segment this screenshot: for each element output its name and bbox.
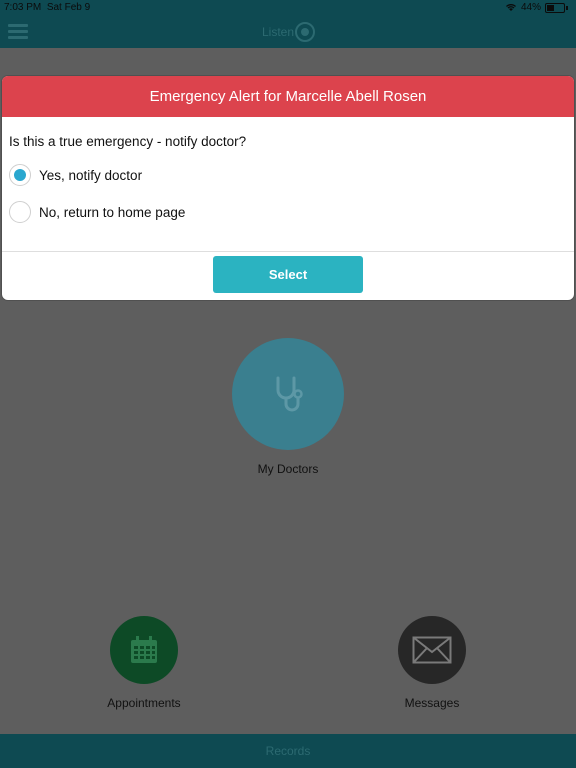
option-label: Yes, notify doctor: [39, 167, 143, 183]
radio-selected-dot: [14, 169, 26, 181]
option-label: No, return to home page: [39, 204, 186, 220]
dialog-divider: [2, 251, 574, 252]
my-doctors-button[interactable]: [232, 338, 344, 450]
my-doctors-label: My Doctors: [257, 462, 319, 476]
battery-tip: [566, 5, 568, 10]
status-time-text: 7:03 PM: [4, 2, 42, 13]
battery-icon: [545, 2, 565, 13]
wifi-icon: [506, 4, 516, 11]
option-no-return[interactable]: No, return to home page: [9, 201, 185, 223]
logo-text: Listen: [262, 25, 295, 39]
app-logo: Listen: [262, 22, 316, 42]
appointments-label: Appointments: [107, 696, 181, 710]
calendar-icon: [131, 636, 157, 663]
status-right: 44%: [505, 2, 568, 13]
logo-mark: [295, 22, 316, 42]
records-label: Records: [265, 744, 311, 758]
emergency-alert-dialog: Emergency Alert for Marcelle Abell Rosen…: [2, 76, 574, 300]
status-time: 7:03 PM Sat Feb 9: [4, 2, 90, 13]
messages-label: Messages: [404, 696, 460, 710]
status-bar: 7:03 PM Sat Feb 9 44%: [0, 0, 576, 16]
dialog-question: Is this a true emergency - notify doctor…: [9, 134, 247, 149]
stethoscope-icon: [276, 376, 303, 412]
appointments-button[interactable]: [110, 616, 178, 684]
status-date-text: Sat Feb 9: [46, 2, 91, 13]
hamburger-menu-icon[interactable]: [8, 24, 28, 40]
battery-fill: [547, 4, 554, 11]
select-button[interactable]: Select: [213, 256, 363, 293]
messages-button[interactable]: [398, 616, 466, 684]
radio-button[interactable]: [9, 201, 31, 223]
envelope-icon: [412, 636, 452, 664]
option-yes-notify[interactable]: Yes, notify doctor: [9, 164, 142, 186]
dialog-title: Emergency Alert for Marcelle Abell Rosen: [149, 88, 427, 105]
dialog-header: Emergency Alert for Marcelle Abell Rosen: [2, 76, 574, 117]
app-header: Listen: [0, 16, 576, 48]
records-tab[interactable]: Records: [0, 734, 576, 768]
battery-percent: 44%: [520, 2, 541, 13]
radio-button[interactable]: [9, 164, 31, 186]
